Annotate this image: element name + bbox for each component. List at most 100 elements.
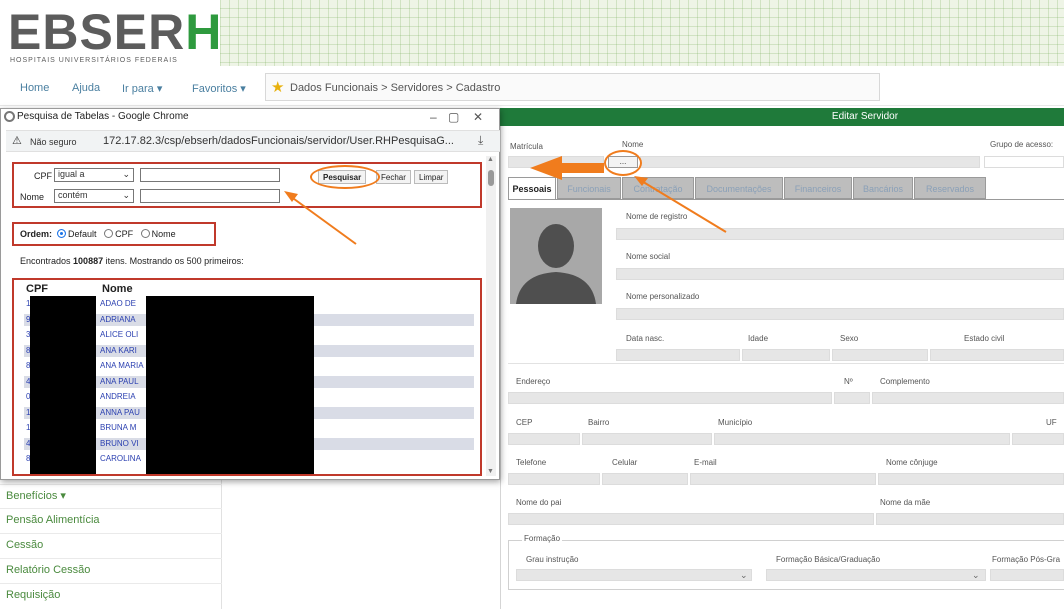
cep-field[interactable] — [508, 433, 580, 445]
logo-subtitle: HOSPITAIS UNIVERSITÁRIOS FEDERAIS — [10, 57, 178, 64]
col-header-cpf: CPF — [26, 283, 48, 295]
url-text[interactable]: 172.17.82.3/csp/ebserh/dadosFuncionais/s… — [103, 135, 454, 147]
page-title: Editar Servidor — [831, 111, 899, 122]
limpar-button[interactable]: Limpar — [414, 170, 449, 184]
sexo-field[interactable] — [832, 349, 928, 361]
bairro-field[interactable] — [582, 433, 712, 445]
endereco-field[interactable] — [508, 392, 832, 404]
municipio-field[interactable] — [714, 433, 1010, 445]
nav-favoritos[interactable]: Favoritos ▾ — [192, 82, 246, 95]
close-icon[interactable]: ✕ — [473, 110, 483, 124]
cpf-input[interactable] — [140, 168, 280, 182]
sidebar-divider — [0, 484, 222, 485]
row-nome[interactable]: ANNA PAU — [100, 407, 140, 419]
email-field[interactable] — [690, 473, 876, 485]
minimize-icon[interactable]: – — [430, 110, 437, 124]
nome-mae-field[interactable] — [876, 513, 1064, 525]
sidebar-divider — [0, 508, 222, 509]
highlight-lookup — [604, 150, 642, 176]
email-label: E-mail — [694, 458, 717, 467]
numero-field[interactable] — [834, 392, 870, 404]
sidebar-divider — [0, 533, 222, 534]
nome-field[interactable] — [640, 156, 980, 168]
scroll-up-icon[interactable]: ▲ — [487, 156, 494, 163]
formacao-legend: Formação — [522, 534, 563, 543]
tab-bancarios[interactable]: Bancários — [853, 177, 913, 199]
row-nome[interactable]: ADAO DE — [100, 298, 136, 310]
sidebar-item-requisicao[interactable]: Requisição — [6, 589, 60, 601]
formacao-pos-select[interactable] — [990, 569, 1064, 581]
formacao-basica-select[interactable] — [766, 569, 986, 581]
scroll-down-icon[interactable]: ▼ — [487, 468, 494, 475]
row-nome[interactable]: CAROLINA — [100, 453, 141, 465]
grupo-acesso-field[interactable] — [984, 156, 1064, 168]
row-nome[interactable]: ANA MARIA — [100, 360, 144, 372]
popup-scrollbar[interactable] — [486, 156, 496, 476]
complemento-field[interactable] — [872, 392, 1064, 404]
breadcrumb-text: Dados Funcionais > Servidores > Cadastro — [290, 82, 501, 94]
sidebar-item-relatorio-cessao[interactable]: Relatório Cessão — [6, 564, 90, 576]
nome-operator-select[interactable]: contém ⌄ — [54, 189, 134, 203]
nome-pai-label: Nome do pai — [516, 498, 562, 507]
data-nasc-field[interactable] — [616, 349, 740, 361]
numero-label: Nº — [844, 377, 853, 386]
redaction-block — [146, 296, 314, 474]
tab-documentacoes[interactable]: Documentações — [695, 177, 783, 199]
nome-personalizado-label: Nome personalizado — [626, 292, 700, 301]
data-nasc-label: Data nasc. — [626, 334, 665, 343]
download-icon[interactable]: ⤓ — [478, 133, 483, 148]
row-nome[interactable]: ALICE OLI — [100, 329, 138, 341]
row-nome[interactable]: BRUNO VI — [100, 438, 139, 450]
star-icon[interactable]: ★ — [271, 78, 284, 96]
idade-field[interactable] — [742, 349, 830, 361]
nav-home[interactable]: Home — [20, 82, 49, 94]
matricula-field[interactable] — [508, 156, 604, 168]
not-secure-label[interactable]: Não seguro — [30, 137, 77, 147]
telefone-field[interactable] — [508, 473, 600, 485]
maximize-icon[interactable]: ▢ — [448, 110, 459, 124]
tab-reservados[interactable]: Reservados — [914, 177, 986, 199]
col-header-nome: Nome — [102, 283, 133, 295]
sidebar-item-cessao[interactable]: Cessão — [6, 539, 43, 551]
sidebar-item-pensao[interactable]: Pensão Alimentícia — [6, 514, 100, 526]
chevron-down-icon: ⌄ — [122, 190, 130, 200]
grupo-acesso-label: Grupo de acesso: — [990, 140, 1054, 149]
municipio-label: Município — [718, 418, 753, 427]
celular-field[interactable] — [602, 473, 688, 485]
sidebar-item-beneficios[interactable]: Benefícios ▾ — [6, 489, 66, 502]
nome-conjuge-label: Nome cônjuge — [886, 458, 938, 467]
nav-ajuda[interactable]: Ajuda — [72, 82, 100, 94]
tab-contratacao[interactable]: Contratação — [622, 177, 694, 199]
row-nome[interactable]: ANA KARI — [100, 345, 137, 357]
nome-input[interactable] — [140, 189, 280, 203]
row-nome[interactable]: ANDREIA — [100, 391, 136, 403]
cpf-operator-select[interactable]: igual a ⌄ — [54, 168, 134, 182]
row-nome[interactable]: ANA PAUL — [100, 376, 139, 388]
cpf-label: CPF — [34, 171, 52, 181]
tab-pessoais[interactable]: Pessoais — [508, 177, 556, 199]
row-nome[interactable]: BRUNA M — [100, 422, 136, 434]
tab-financeiros[interactable]: Financeiros — [784, 177, 852, 199]
ordem-cpf-radio[interactable]: CPF — [104, 229, 133, 239]
nav-ir-para[interactable]: Ir para ▾ — [122, 82, 162, 95]
nome-social-field[interactable] — [616, 268, 1064, 280]
formacao-pos-label: Formação Pós-Gra — [992, 555, 1061, 564]
tab-funcionais[interactable]: Funcionais — [557, 177, 621, 199]
form-divider — [508, 363, 1064, 364]
scrollbar-thumb[interactable] — [488, 170, 494, 186]
nome-personalizado-field[interactable] — [616, 308, 1064, 320]
nome-registro-field[interactable] — [616, 228, 1064, 240]
tab-divider — [508, 199, 1064, 200]
ordem-default-radio[interactable]: Default — [57, 229, 97, 239]
nome-registro-label: Nome de registro — [626, 212, 688, 221]
ordem-nome-radio[interactable]: Nome — [140, 229, 176, 239]
estado-civil-label: Estado civil — [964, 334, 1005, 343]
uf-field[interactable] — [1012, 433, 1064, 445]
matricula-label: Matrícula — [510, 142, 543, 151]
grau-instrucao-select[interactable] — [516, 569, 752, 581]
nome-pai-field[interactable] — [508, 513, 874, 525]
estado-civil-field[interactable] — [930, 349, 1064, 361]
nome-conjuge-field[interactable] — [878, 473, 1064, 485]
fechar-button[interactable]: Fechar — [376, 170, 411, 184]
row-nome[interactable]: ADRIANA — [100, 314, 136, 326]
